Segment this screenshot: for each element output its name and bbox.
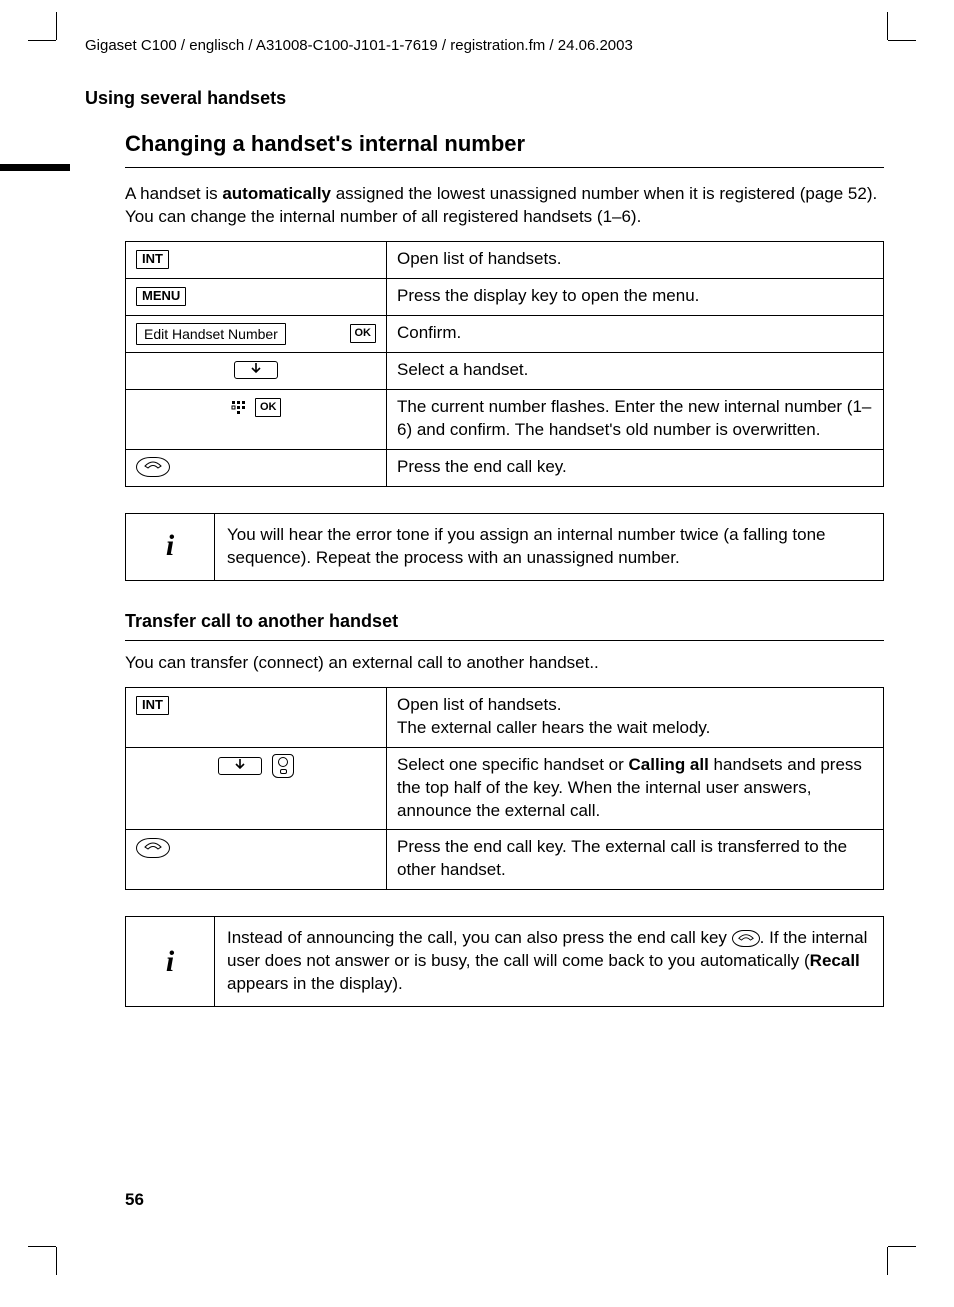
menu-key: MENU: [136, 287, 186, 306]
step-text: Press the display key to open the menu.: [387, 279, 884, 316]
table-row: Edit Handset Number OK Confirm.: [126, 315, 884, 352]
crop-mark: [56, 1247, 57, 1275]
procedure-table-2: INT Open list of handsets. The external …: [125, 687, 884, 891]
ok-key: OK: [350, 324, 377, 343]
table-row: Press the end call key.: [126, 449, 884, 486]
crop-mark: [888, 1246, 916, 1247]
table-row: INT Open list of handsets.: [126, 242, 884, 279]
content: Changing a handset's internal number A h…: [125, 129, 884, 1008]
crop-mark: [887, 1247, 888, 1275]
int-key: INT: [136, 250, 169, 269]
table-row: Press the end call key. The external cal…: [126, 830, 884, 890]
crop-mark: [887, 12, 888, 40]
info-text: Instead of announcing the call, you can …: [215, 917, 884, 1007]
procedure-table-1: INT Open list of handsets. MENU Press th…: [125, 241, 884, 487]
keypad-icon: [231, 399, 246, 414]
step-text: Select one specific handset or Calling a…: [387, 747, 884, 830]
down-arrow-key: [218, 757, 262, 775]
int-key: INT: [136, 696, 169, 715]
step-text: Press the end call key.: [387, 449, 884, 486]
heading-2: Changing a handset's internal number: [125, 129, 884, 159]
table-row: MENU Press the display key to open the m…: [126, 279, 884, 316]
step-text: The current number flashes. Enter the ne…: [387, 389, 884, 449]
table-row: OK The current number flashes. Enter the…: [126, 389, 884, 449]
ok-key: OK: [255, 398, 282, 417]
step-text: Press the end call key. The external cal…: [387, 830, 884, 890]
menu-item-label: Edit Handset Number: [136, 323, 286, 345]
step-text: Confirm.: [387, 315, 884, 352]
info-icon: i: [126, 917, 215, 1007]
header-path: Gigaset C100 / englisch / A31008-C100-J1…: [85, 36, 884, 56]
step-text: Select a handset.: [387, 352, 884, 389]
crop-mark: [888, 40, 916, 41]
info-box-1: i You will hear the error tone if you as…: [125, 513, 884, 581]
info-icon: i: [126, 513, 215, 580]
end-call-key-icon: [136, 838, 170, 858]
table-row: Select one specific handset or Calling a…: [126, 747, 884, 830]
heading-3: Transfer call to another handset: [125, 609, 884, 633]
info-box-2: i Instead of announcing the call, you ca…: [125, 916, 884, 1007]
paragraph: You can transfer (connect) an external c…: [125, 652, 884, 675]
section-title: Using several handsets: [85, 86, 884, 110]
step-text: Open list of handsets.: [387, 242, 884, 279]
table-row: INT Open list of handsets. The external …: [126, 687, 884, 747]
heading-rule: [125, 636, 884, 644]
down-arrow-key: [234, 361, 278, 379]
info-text: You will hear the error tone if you assi…: [215, 513, 884, 580]
crop-mark: [56, 12, 57, 40]
intro-paragraph: A handset is automatically assigned the …: [125, 183, 884, 229]
crop-mark: [28, 40, 56, 41]
crop-mark: [28, 1246, 56, 1247]
heading-rule: [125, 161, 884, 173]
page: Gigaset C100 / englisch / A31008-C100-J1…: [0, 0, 954, 1307]
end-call-key-icon: [136, 457, 170, 477]
table-row: Select a handset.: [126, 352, 884, 389]
step-text: Open list of handsets. The external call…: [387, 687, 884, 747]
end-call-key-icon: [732, 930, 760, 947]
talk-key-icon: [272, 754, 294, 778]
page-number: 56: [125, 1189, 144, 1212]
